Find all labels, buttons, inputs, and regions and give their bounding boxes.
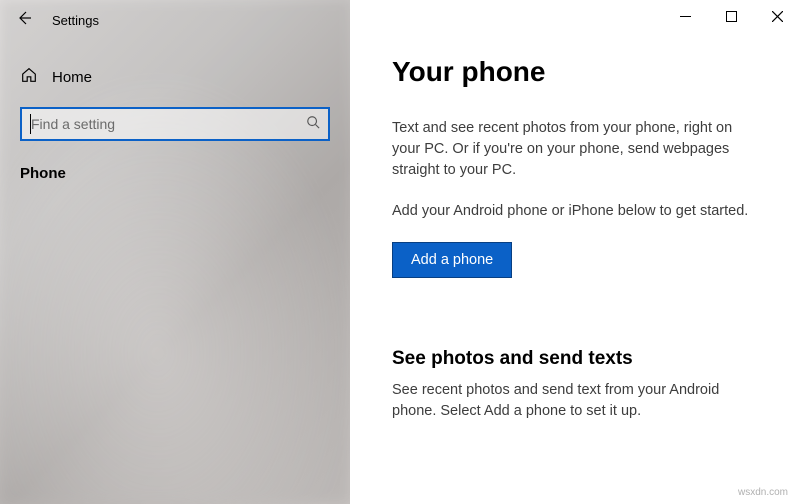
sidebar-item-phone[interactable]: Phone [0, 147, 350, 200]
section-subparagraph: See recent photos and send text from you… [392, 380, 758, 422]
titlebar-left: Settings [0, 0, 350, 40]
home-icon [20, 66, 38, 89]
intro-paragraph-2: Add your Android phone or iPhone below t… [392, 201, 758, 222]
window-controls [662, 0, 800, 32]
search-input[interactable] [31, 116, 306, 132]
content-pane: Your phone Text and see recent photos fr… [350, 0, 800, 504]
settings-window: Settings Home Phone [0, 0, 800, 504]
page-title: Your phone [392, 56, 758, 88]
home-label: Home [52, 69, 92, 86]
window-title: Settings [52, 13, 99, 28]
back-icon[interactable] [16, 10, 32, 31]
minimize-button[interactable] [662, 0, 708, 32]
intro-paragraph-1: Text and see recent photos from your pho… [392, 118, 758, 181]
watermark: wsxdn.com [738, 487, 788, 498]
section-subheading: See photos and send texts [392, 348, 758, 370]
sidebar: Settings Home Phone [0, 0, 350, 504]
close-button[interactable] [754, 0, 800, 32]
search-icon [306, 115, 320, 134]
home-nav[interactable]: Home [0, 40, 350, 101]
search-container [0, 101, 350, 147]
add-phone-button[interactable]: Add a phone [392, 242, 512, 278]
maximize-button[interactable] [708, 0, 754, 32]
search-box[interactable] [20, 107, 330, 141]
